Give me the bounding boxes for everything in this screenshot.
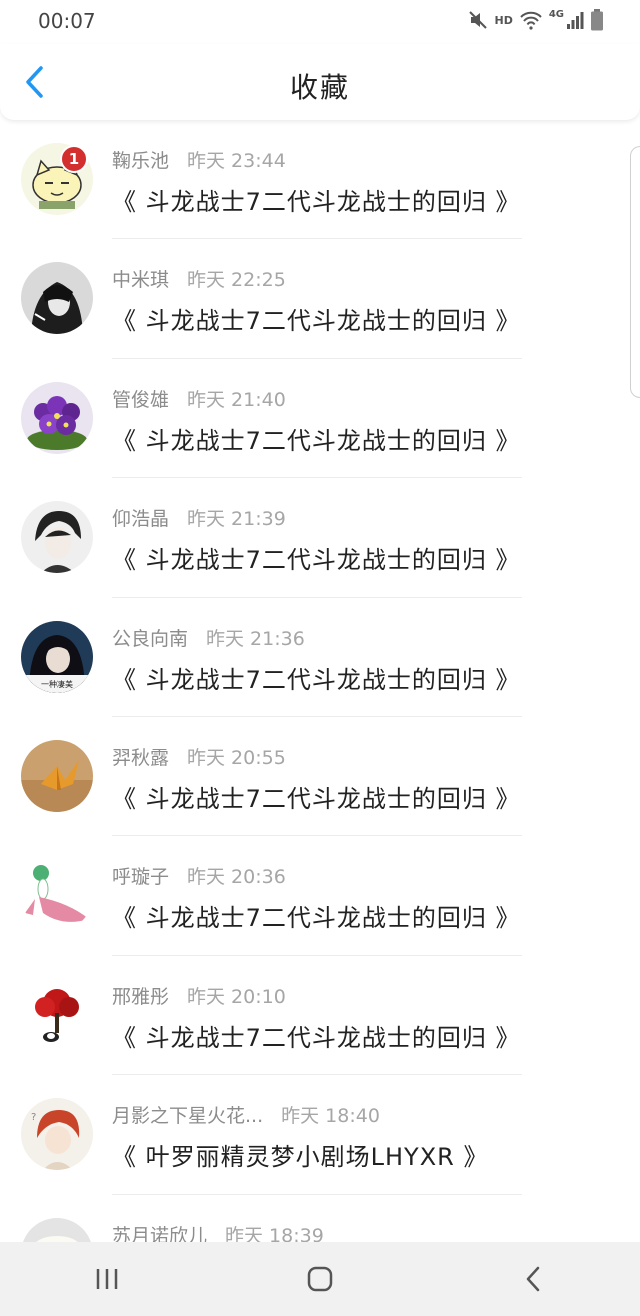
recent-apps-icon: [96, 1269, 117, 1289]
author-name: 公良向南: [112, 627, 189, 650]
author-name: 仰浩晶: [112, 508, 170, 531]
author-name: 管俊雄: [112, 388, 170, 411]
avatar[interactable]: ?: [21, 1098, 93, 1171]
avatar[interactable]: [21, 381, 93, 454]
unread-badge: 1: [60, 145, 88, 173]
favorites-list[interactable]: 1 鞠乐池 昨天 23:44 《 斗龙战士7二代斗龙战士的回归 》 中米琪 昨天…: [0, 120, 640, 1242]
hd-label: HD: [494, 13, 513, 27]
timestamp: 昨天 21:39: [187, 508, 286, 531]
avatar[interactable]: 一种凄美: [21, 620, 93, 693]
item-meta: 邢雅彤 昨天 20:10: [112, 982, 286, 1009]
item-title: 《 斗龙战士7二代斗龙战士的回归 》: [112, 307, 521, 336]
author-name: 中米琪: [112, 269, 170, 292]
red-hair-anime-avatar: ?: [21, 1098, 93, 1171]
timestamp: 昨天 20:10: [187, 985, 286, 1008]
list-item[interactable]: 苏月诺欣儿 昨天 18:39: [0, 1195, 640, 1242]
author-name: 邢雅彤: [112, 985, 170, 1008]
wifi-icon: [520, 11, 542, 30]
header: 收藏: [0, 44, 640, 120]
item-title: 《 斗龙战士7二代斗龙战士的回归 》: [112, 188, 521, 216]
timestamp: 昨天 20:36: [187, 866, 286, 889]
avatar[interactable]: [21, 262, 93, 335]
red-tree-avatar: [21, 978, 93, 1051]
author-name: 月影之下星火花...: [112, 1105, 264, 1128]
list-item[interactable]: 管俊雄 昨天 21:40 《 斗龙战士7二代斗龙战士的回归 》: [0, 359, 640, 479]
item-title: 《 叶罗丽精灵梦小剧场LHYXR 》: [112, 1143, 489, 1172]
avatar[interactable]: [21, 859, 93, 932]
list-item[interactable]: 邢雅彤 昨天 20:10 《 斗龙战士7二代斗龙战士的回归 》: [0, 956, 640, 1076]
item-meta: 羿秋露 昨天 20:55: [112, 743, 286, 770]
timestamp: 昨天 21:36: [206, 627, 305, 650]
item-meta: 管俊雄 昨天 21:40: [112, 385, 286, 412]
system-nav-bar: [0, 1242, 640, 1316]
portrait-avatar: [21, 262, 93, 335]
anime-boy-avatar: [21, 501, 93, 574]
home-button[interactable]: [280, 1249, 360, 1309]
page-title: 收藏: [289, 71, 350, 104]
item-meta: 中米琪 昨天 22:25: [112, 265, 286, 292]
list-item[interactable]: 仰浩晶 昨天 21:39 《 斗龙战士7二代斗龙战士的回归 》: [0, 478, 640, 598]
item-meta: 月影之下星火花... 昨天 18:40: [112, 1101, 380, 1128]
status-bar: 00:07 HD 4G: [0, 0, 640, 44]
timestamp: 昨天 23:44: [187, 150, 286, 172]
timestamp: 昨天 21:40: [187, 388, 286, 411]
back-icon: [527, 1266, 540, 1292]
green-fairy-avatar: [21, 859, 93, 932]
avatar[interactable]: [21, 1217, 93, 1242]
item-meta: 鞠乐池 昨天 23:44: [112, 146, 286, 173]
avatar-caption: 一种凄美: [41, 679, 73, 689]
list-item[interactable]: ? 月影之下星火花... 昨天 18:40 《 叶罗丽精灵梦小剧场LHYXR 》: [0, 1075, 640, 1195]
recent-apps-button[interactable]: [67, 1249, 147, 1309]
item-title: 《 斗龙战士7二代斗龙战士的回归 》: [112, 1023, 521, 1052]
home-icon: [307, 1266, 333, 1292]
item-meta: 呼璇子 昨天 20:36: [112, 862, 286, 889]
scrollbar[interactable]: [630, 146, 640, 398]
cake-avatar: [21, 1217, 93, 1242]
dark-hair-girl-avatar: 一种凄美: [21, 620, 93, 693]
item-meta: 仰浩晶 昨天 21:39: [112, 504, 286, 531]
svg-text:?: ?: [31, 1112, 36, 1123]
mute-icon: [469, 11, 488, 29]
list-item[interactable]: 羿秋露 昨天 20:55 《 斗龙战士7二代斗龙战士的回归 》: [0, 717, 640, 837]
battery-icon: [591, 9, 603, 31]
list-item[interactable]: 一种凄美 公良向南 昨天 21:36 《 斗龙战士7二代斗龙战士的回归 》: [0, 598, 640, 717]
item-title: 《 斗龙战士7二代斗龙战士的回归 》: [112, 426, 521, 455]
author-name: 羿秋露: [112, 746, 170, 769]
avatar[interactable]: [21, 501, 93, 574]
paper-crane-avatar: [21, 739, 93, 812]
item-title: 《 斗龙战士7二代斗龙战士的回归 》: [112, 904, 521, 933]
list-item[interactable]: 1 鞠乐池 昨天 23:44 《 斗龙战士7二代斗龙战士的回归 》: [0, 120, 640, 240]
signal-icon: [567, 12, 584, 29]
author-name: 呼璇子: [112, 866, 170, 889]
network-label: 4G: [548, 8, 564, 20]
item-title: 《 斗龙战士7二代斗龙战士的回归 》: [112, 784, 521, 813]
timestamp: 昨天 18:39: [225, 1224, 324, 1242]
list-item[interactable]: 呼璇子 昨天 20:36 《 斗龙战士7二代斗龙战士的回归 》: [0, 836, 640, 956]
item-meta: 苏月诺欣儿 昨天 18:39: [112, 1221, 324, 1242]
avatar[interactable]: [21, 978, 93, 1051]
timestamp: 昨天 20:55: [187, 746, 286, 769]
item-meta: 公良向南 昨天 21:36: [112, 624, 305, 651]
author-name: 鞠乐池: [112, 150, 170, 172]
flowers-avatar: [21, 381, 93, 454]
item-title: 《 斗龙战士7二代斗龙战士的回归 》: [112, 546, 521, 575]
status-icons: HD 4G: [468, 8, 604, 32]
timestamp: 昨天 18:40: [281, 1105, 380, 1128]
avatar[interactable]: [21, 739, 93, 812]
status-time: 00:07: [38, 9, 96, 33]
item-title: 《 斗龙战士7二代斗龙战士的回归 》: [112, 665, 521, 694]
author-name: 苏月诺欣儿: [112, 1224, 208, 1242]
list-item[interactable]: 中米琪 昨天 22:25 《 斗龙战士7二代斗龙战士的回归 》: [0, 239, 640, 359]
system-back-button[interactable]: [493, 1249, 573, 1309]
timestamp: 昨天 22:25: [187, 269, 286, 292]
